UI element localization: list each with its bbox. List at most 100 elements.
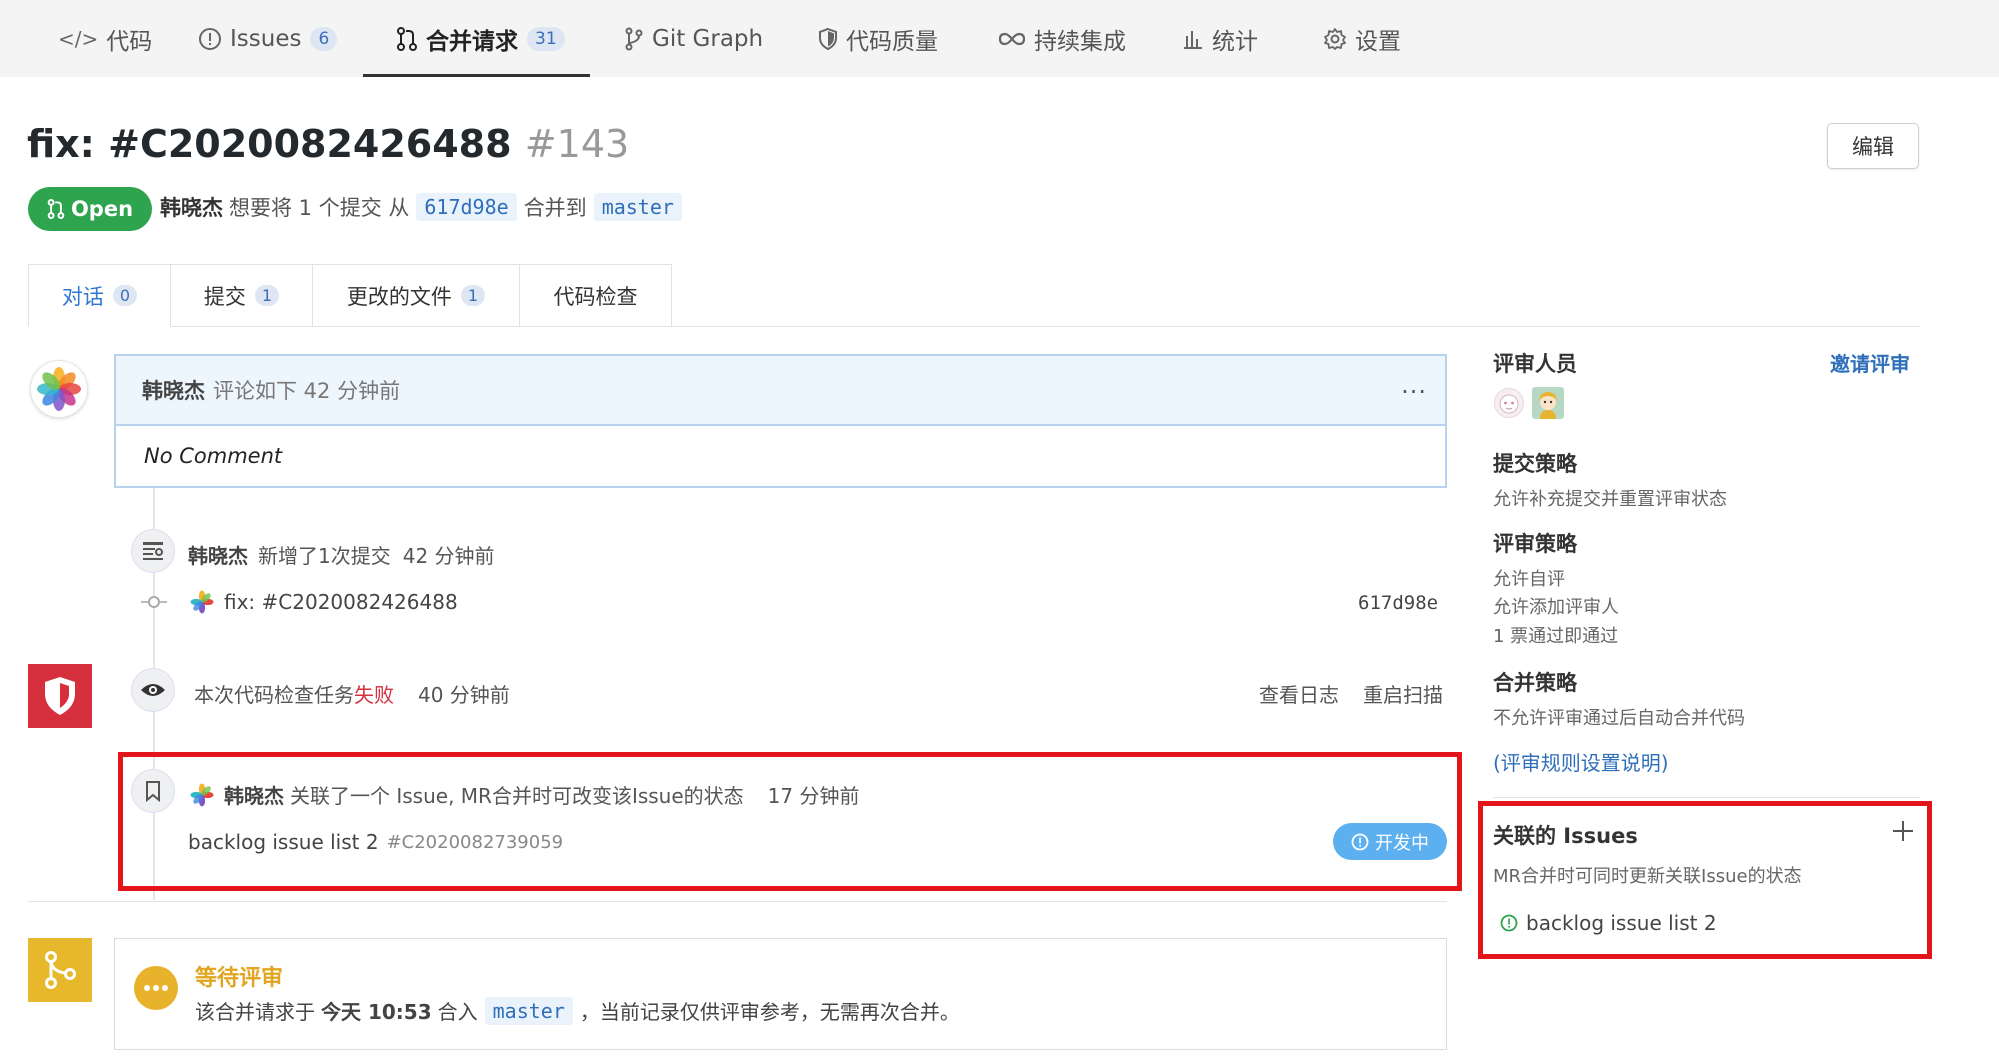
reviewer-avatar[interactable] bbox=[1532, 387, 1564, 419]
bar-chart-icon bbox=[1182, 28, 1204, 50]
mr-number: #143 bbox=[524, 122, 630, 166]
comment-card: 韩晓杰 评论如下 42 分钟前 ··· No Comment bbox=[114, 354, 1447, 488]
comment-meta: 评论如下 42 分钟前 bbox=[213, 379, 401, 403]
tab-label: 更改的文件 bbox=[346, 284, 452, 309]
tab-label: 提交 bbox=[203, 284, 246, 309]
cartoon-avatar-icon bbox=[1539, 392, 1557, 419]
tab-conversation[interactable]: 对话 0 bbox=[28, 264, 171, 327]
nav-tab-code-label: 代码 bbox=[106, 28, 153, 55]
commit-row[interactable]: fix: #C2020082426488 bbox=[190, 590, 458, 614]
highlight-box-issue-event bbox=[118, 752, 1462, 891]
waiting-desc-1: 该合并请求于 bbox=[195, 1000, 315, 1024]
cartoon-avatar-icon bbox=[1499, 394, 1519, 414]
gear-icon bbox=[1323, 27, 1347, 51]
avatar[interactable] bbox=[30, 360, 88, 418]
reviewers-heading: 评审人员 bbox=[1493, 352, 1577, 376]
comment-author[interactable]: 韩晓杰 bbox=[142, 375, 205, 405]
tab-count-badge: 1 bbox=[254, 285, 280, 306]
issue-icon bbox=[198, 27, 222, 51]
nav-tab-ci-label: 持续集成 bbox=[1034, 28, 1126, 55]
edit-button[interactable]: 编辑 bbox=[1827, 123, 1919, 169]
nav-tab-issues[interactable]: Issues 6 bbox=[198, 0, 338, 77]
merge-policy-text: 不允许评审通过后自动合并代码 bbox=[1493, 708, 1745, 729]
highlight-box-linked-issues bbox=[1478, 801, 1932, 959]
commit-policy-heading: 提交策略 bbox=[1493, 452, 1577, 476]
waiting-description: 该合并请求于 今天 10:53 合入 master ，当前记录仅供评审参考，无需… bbox=[195, 996, 960, 1025]
review-policy-item: 允许自评 bbox=[1493, 569, 1565, 590]
comment-header: 韩晓杰 评论如下 42 分钟前 ··· bbox=[116, 356, 1445, 426]
pending-dots-icon bbox=[134, 966, 178, 1010]
nav-tab-merge-requests-label: 合并请求 bbox=[426, 28, 518, 55]
view-log-link[interactable]: 查看日志 bbox=[1259, 679, 1339, 708]
nav-tab-git-graph-label: Git Graph bbox=[652, 25, 764, 52]
commit-hash[interactable]: 617d98e bbox=[1358, 592, 1438, 614]
tab-count-badge: 0 bbox=[112, 285, 138, 306]
restart-scan-link[interactable]: 重启扫描 bbox=[1363, 679, 1443, 708]
nav-tab-ci[interactable]: 持续集成 bbox=[998, 0, 1126, 77]
review-policy-item: 1 票通过即通过 bbox=[1493, 626, 1619, 647]
more-options-icon[interactable]: ··· bbox=[1401, 378, 1427, 406]
nav-tab-code[interactable]: </> 代码 bbox=[58, 0, 152, 77]
commit-event-author[interactable]: 韩晓杰 bbox=[188, 540, 248, 569]
merge-policy-heading: 合并策略 bbox=[1493, 671, 1577, 695]
code-scan-shield-icon bbox=[28, 664, 92, 728]
scan-status: 失败 bbox=[354, 683, 394, 707]
tab-changed-files[interactable]: 更改的文件 1 bbox=[312, 264, 520, 327]
eye-icon bbox=[131, 668, 175, 712]
review-policy-item: 允许添加评审人 bbox=[1493, 597, 1619, 618]
invite-review-link[interactable]: 邀请评审 bbox=[1830, 348, 1910, 377]
nav-tab-settings[interactable]: 设置 bbox=[1323, 0, 1401, 77]
pinwheel-avatar-icon bbox=[190, 590, 214, 614]
tab-code-check[interactable]: 代码检查 bbox=[519, 264, 672, 327]
target-branch[interactable]: master bbox=[593, 193, 682, 221]
comment-body: No Comment bbox=[144, 444, 283, 468]
nav-tab-code-quality-label: 代码质量 bbox=[846, 28, 938, 55]
commit-message[interactable]: fix: #C2020082426488 bbox=[224, 590, 458, 614]
issues-count-badge: 6 bbox=[310, 26, 338, 51]
author-name[interactable]: 韩晓杰 bbox=[160, 192, 223, 222]
source-commit[interactable]: 617d98e bbox=[416, 193, 517, 221]
commit-policy-text: 允许补充提交并重置评审状态 bbox=[1493, 489, 1727, 510]
waiting-desc-2: 合入 bbox=[437, 1000, 478, 1024]
page-title: fix: #C2020082426488 #143 bbox=[27, 122, 629, 166]
commit-node-icon bbox=[141, 590, 167, 614]
commit-list-icon bbox=[131, 529, 175, 573]
scan-time: 40 分钟前 bbox=[418, 683, 510, 707]
git-branch-icon bbox=[624, 27, 644, 51]
commit-event: 韩晓杰 新增了1次提交 42 分钟前 bbox=[188, 540, 495, 569]
shield-icon bbox=[818, 27, 838, 51]
timeline-divider bbox=[28, 901, 1447, 902]
waiting-time: 今天 10:53 bbox=[321, 1000, 432, 1024]
nav-tab-stats[interactable]: 统计 bbox=[1182, 0, 1258, 77]
nav-tab-issues-label: Issues bbox=[230, 25, 302, 52]
merge-request-icon bbox=[47, 199, 65, 219]
waiting-title: 等待评审 bbox=[195, 966, 284, 991]
nav-tab-settings-label: 设置 bbox=[1355, 28, 1401, 55]
merge-request-icon bbox=[396, 26, 418, 52]
reviewer-avatar[interactable] bbox=[1494, 388, 1524, 418]
scan-event-text: 本次代码检查任务 bbox=[194, 683, 354, 707]
summary-text-2: 合并到 bbox=[523, 196, 587, 220]
nav-tab-git-graph[interactable]: Git Graph bbox=[624, 0, 763, 77]
waiting-branch[interactable]: master bbox=[484, 996, 573, 1025]
scan-event: 本次代码检查任务 失败 40 分钟前 bbox=[194, 679, 510, 708]
summary-text-1: 想要将 1 个提交 从 bbox=[229, 196, 410, 220]
waiting-desc-3: ，当前记录仅供评审参考，无需再次合并。 bbox=[579, 1000, 960, 1024]
review-policy-heading: 评审策略 bbox=[1493, 532, 1577, 556]
commit-event-time: 42 分钟前 bbox=[402, 544, 495, 568]
mr-title: fix: #C2020082426488 bbox=[27, 122, 512, 166]
tab-count-badge: 1 bbox=[460, 285, 486, 306]
tab-label: 代码检查 bbox=[553, 284, 638, 309]
sidebar-divider bbox=[1493, 797, 1920, 798]
commit-event-text: 新增了1次提交 bbox=[258, 544, 391, 568]
nav-tab-merge-requests[interactable]: 合并请求 31 bbox=[396, 0, 565, 77]
mr-summary: 韩晓杰 想要将 1 个提交 从 617d98e 合并到 master bbox=[160, 192, 689, 222]
status-badge-label: Open bbox=[70, 197, 134, 221]
review-rules-link[interactable]: (评审规则设置说明) bbox=[1493, 747, 1669, 776]
merge-branch-icon bbox=[28, 938, 92, 1002]
waiting-review-card bbox=[114, 938, 1447, 1050]
nav-tab-code-quality[interactable]: 代码质量 bbox=[818, 0, 938, 77]
tab-label: 对话 bbox=[61, 284, 104, 309]
infinity-icon bbox=[998, 29, 1026, 49]
tab-commits[interactable]: 提交 1 bbox=[170, 264, 313, 327]
